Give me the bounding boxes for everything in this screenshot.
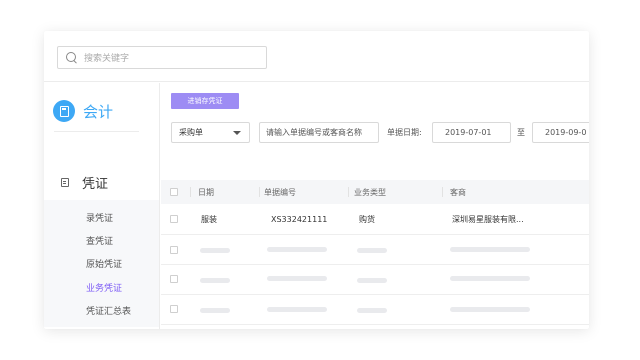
column-separator (348, 187, 349, 197)
sidebar-item-enter-voucher[interactable]: 录凭证 (86, 211, 113, 224)
end-date-input[interactable]: 2019-09-0 (532, 122, 589, 143)
column-separator (259, 187, 260, 197)
select-all-checkbox[interactable] (170, 188, 178, 196)
row-checkbox[interactable] (170, 246, 178, 254)
document-type-value: 采购单 (179, 128, 203, 137)
sidebar-item-query-voucher[interactable]: 查凭证 (86, 234, 113, 247)
app-window: 搜索关键字 会计 凭证 录凭证 查凭证 原始凭证 业务凭证 凭证汇总表 账簿 进… (44, 31, 589, 329)
sidebar-item-business-voucher[interactable]: 业务凭证 (86, 281, 122, 294)
chevron-down-icon (233, 131, 241, 135)
skeleton-bar (357, 278, 387, 283)
sidebar-group-ledger[interactable]: 账簿 (61, 328, 109, 329)
row-checkbox[interactable] (170, 275, 178, 283)
search-input[interactable]: 搜索关键字 (57, 46, 267, 69)
skeleton-bar (267, 276, 327, 281)
skeleton-bar (200, 278, 230, 283)
column-header-business-type: 业务类型 (354, 187, 386, 197)
skeleton-bar (450, 276, 530, 281)
skeleton-bar (357, 308, 387, 313)
row-customer: 深圳易星服装有限... (452, 215, 524, 224)
keyword-input[interactable]: 请输入单据编号或客商名称 (259, 122, 379, 143)
row-number: XS332421111 (271, 215, 328, 224)
column-separator (190, 187, 191, 197)
sidebar: 会计 凭证 录凭证 查凭证 原始凭证 业务凭证 凭证汇总表 账簿 (44, 83, 160, 329)
skeleton-bar (450, 307, 530, 312)
date-label: 单据日期: (387, 128, 422, 137)
table-row[interactable]: 服装 XS332421111 购货 深圳易星服装有限... (161, 204, 589, 235)
document-icon (61, 177, 69, 187)
to-label: 至 (517, 128, 525, 137)
divider (54, 131, 139, 132)
skeleton-bar (200, 248, 230, 253)
column-header-number: 单据编号 (264, 187, 296, 197)
table-row-placeholder (161, 235, 589, 265)
sidebar-group-voucher[interactable]: 凭证 (61, 172, 108, 192)
column-separator (442, 187, 443, 197)
skeleton-bar (200, 308, 230, 313)
main-content: 进销存凭证 采购单 请输入单据编号或客商名称 单据日期: 2019-07-01 … (161, 83, 589, 329)
skeleton-bar (267, 247, 327, 252)
skeleton-bar (267, 307, 327, 312)
row-checkbox[interactable] (170, 305, 178, 313)
top-bar: 搜索关键字 (44, 31, 589, 82)
sidebar-group-label: 账簿 (83, 329, 109, 330)
row-business-type: 购货 (359, 215, 375, 224)
column-header-date: 日期 (198, 187, 214, 197)
search-placeholder: 搜索关键字 (84, 54, 130, 64)
sidebar-module-label: 会计 (83, 102, 114, 121)
skeleton-bar (450, 247, 530, 252)
sidebar-module-accounting[interactable]: 会计 (53, 99, 113, 123)
sidebar-group-label: 凭证 (82, 176, 109, 192)
column-header-customer: 客商 (450, 187, 466, 197)
calculator-icon (53, 100, 75, 122)
search-icon (66, 51, 78, 64)
row-checkbox[interactable] (170, 215, 178, 223)
table-row-placeholder (161, 295, 589, 325)
start-date-input[interactable]: 2019-07-01 (432, 122, 511, 143)
table-header: 日期 单据编号 业务类型 客商 (161, 180, 589, 204)
sidebar-item-original-voucher[interactable]: 原始凭证 (86, 257, 122, 270)
inventory-voucher-button[interactable]: 进销存凭证 (171, 93, 239, 109)
row-date: 服装 (201, 215, 217, 224)
table-row-placeholder (161, 265, 589, 295)
sidebar-submenu: 录凭证 查凭证 原始凭证 业务凭证 凭证汇总表 (44, 200, 159, 327)
skeleton-bar (357, 248, 387, 253)
sidebar-item-voucher-summary[interactable]: 凭证汇总表 (86, 304, 131, 317)
document-type-select[interactable]: 采购单 (171, 122, 250, 143)
filter-bar: 采购单 请输入单据编号或客商名称 单据日期: 2019-07-01 至 2019… (171, 122, 589, 143)
